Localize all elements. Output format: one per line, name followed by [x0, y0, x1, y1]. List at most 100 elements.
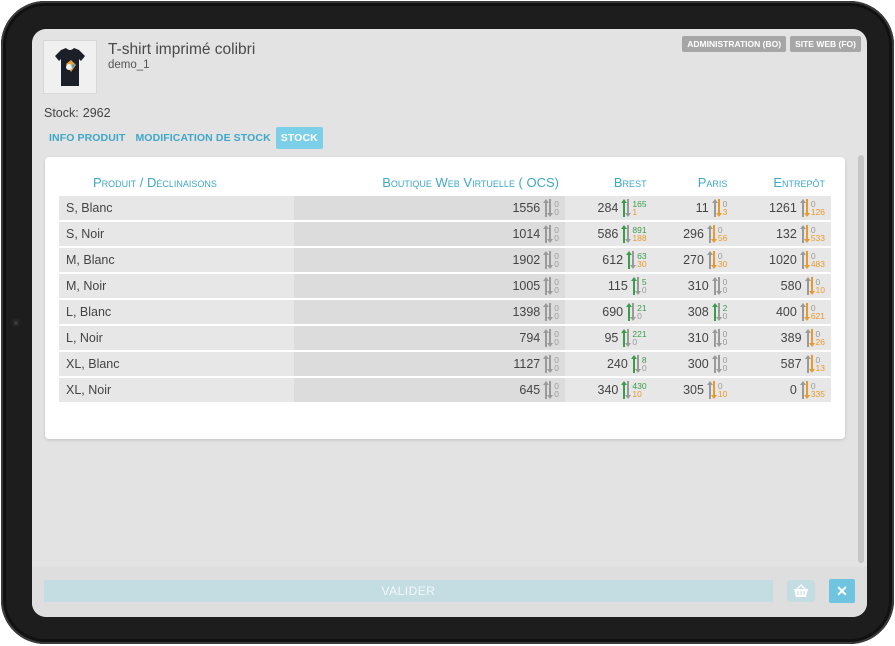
transfer-indicator[interactable]: 00 — [543, 301, 559, 323]
transfer-indicator[interactable]: 00 — [543, 327, 559, 349]
transfer-indicator[interactable]: 21 0 — [626, 301, 647, 323]
cell-stock: 586 891 188 — [565, 222, 653, 246]
transfer-arrows-icon — [799, 381, 810, 399]
admin-button[interactable]: ADMINISTRATION (BO) — [682, 36, 787, 52]
transfer-indicator[interactable]: 03 — [711, 197, 728, 219]
transfer-counts: 430 10 — [632, 382, 646, 399]
cell-stock: 300 0 0 — [652, 352, 734, 376]
transfer-indicator[interactable]: 165 1 — [621, 197, 647, 219]
transfer-indicator[interactable]: 00 — [543, 223, 559, 245]
transfer-indicator[interactable]: 00 — [543, 379, 559, 401]
transfer-indicator[interactable]: 0 126 — [799, 197, 825, 219]
transfer-indicator[interactable]: 0 10 — [804, 275, 825, 297]
transfer-counts: 00 — [554, 382, 559, 399]
transfer-indicator[interactable]: 80 — [630, 353, 647, 375]
transfer-arrows-icon — [621, 329, 632, 347]
table-row: L, Noir 794 0 0 95 221 0 310 0 0 389 0 26 — [59, 326, 831, 350]
transfer-indicator[interactable]: 50 — [630, 275, 647, 297]
transfer-counts: 00 — [554, 278, 559, 295]
transfer-indicator[interactable]: 221 0 — [621, 327, 647, 349]
outgoing-count: 0 — [641, 363, 647, 373]
transfer-indicator[interactable]: 00 — [543, 197, 559, 219]
transfer-counts: 0 335 — [811, 382, 825, 399]
outgoing-count: 0 — [637, 311, 642, 321]
table-row: XL, Noir 645 0 0 340 430 10 305 0 10 0 0 335 — [59, 378, 831, 402]
outgoing-count: 30 — [717, 259, 728, 269]
transfer-indicator[interactable]: 0 13 — [804, 353, 825, 375]
outgoing-count: 0 — [641, 285, 647, 295]
cell-stock: 296 0 56 — [652, 222, 734, 246]
close-button[interactable]: ✕ — [829, 579, 855, 603]
transfer-indicator[interactable]: 0 10 — [706, 379, 727, 401]
transfer-indicator[interactable]: 00 — [711, 353, 727, 375]
outgoing-count: 0 — [722, 311, 728, 321]
stock-value: 1127 — [513, 357, 541, 371]
stock-value: 1261 — [769, 201, 797, 215]
transfer-indicator[interactable]: 0 56 — [706, 223, 728, 245]
transfer-arrows-icon — [711, 329, 722, 347]
stock-value: 400 — [775, 305, 797, 319]
column-header-entrepot: Entrepôt — [773, 175, 825, 190]
stock-value-group: 310 0 0 — [688, 275, 728, 297]
site-web-button[interactable]: SITE WEB (FO) — [790, 36, 861, 52]
transfer-indicator[interactable]: 20 — [711, 301, 728, 323]
transfer-indicator[interactable]: 430 10 — [621, 379, 647, 401]
transfer-arrows-icon — [621, 225, 632, 243]
transfer-counts: 0 533 — [811, 226, 825, 243]
transfer-indicator[interactable]: 00 — [711, 275, 728, 297]
transfer-arrows-icon — [706, 381, 717, 399]
column-header-boutique: Boutique Web Virtuelle ( OCS) — [382, 175, 559, 190]
transfer-counts: 891 188 — [632, 226, 646, 243]
tab-stock[interactable]: STOCK — [275, 127, 323, 149]
transfer-indicator[interactable]: 0 483 — [799, 249, 825, 271]
transfer-indicator[interactable]: 00 — [543, 275, 559, 297]
transfer-indicator[interactable]: 891 188 — [621, 223, 647, 245]
cell-stock: 1005 0 0 — [294, 274, 565, 298]
stock-value-group: 1005 0 0 — [512, 275, 559, 297]
transfer-arrows-icon — [626, 251, 637, 269]
transfer-indicator[interactable]: 63 30 — [626, 249, 647, 271]
transfer-arrows-icon — [543, 199, 554, 217]
table-header-row: Produit / Déclinaisons Boutique Web Virt… — [59, 169, 831, 194]
transfer-counts: 00 — [723, 278, 728, 295]
outgoing-count: 56 — [717, 233, 728, 243]
tab-modification-stock[interactable]: MODIFICATION DE STOCK — [130, 127, 275, 149]
table-row: S, Blanc 1556 0 0 284 165 1 11 0 3 1261 0 126 — [59, 196, 831, 220]
stock-value: 580 — [780, 279, 802, 293]
stock-value-group: 132 0 533 — [776, 223, 825, 245]
tab-info-produit[interactable]: INFO PRODUIT — [44, 127, 130, 149]
outgoing-count: 0 — [554, 233, 559, 243]
transfer-arrows-icon — [799, 199, 810, 217]
transfer-indicator[interactable]: 0 621 — [799, 301, 825, 323]
transfer-indicator[interactable]: 00 — [711, 327, 727, 349]
stock-value: 305 — [683, 383, 704, 397]
outgoing-count: 3 — [722, 207, 728, 217]
transfer-counts: 00 — [554, 330, 559, 347]
outgoing-count: 26 — [815, 337, 825, 347]
camera-dot — [12, 319, 20, 327]
cell-product-name: XL, Noir — [59, 378, 295, 402]
stock-table-card: Produit / Déclinaisons Boutique Web Virt… — [45, 157, 845, 439]
transfer-indicator[interactable]: 0 30 — [706, 249, 728, 271]
stock-value: 115 — [607, 279, 628, 293]
transfer-indicator[interactable]: 0 26 — [804, 327, 825, 349]
scrollbar[interactable] — [858, 155, 864, 563]
outgoing-count: 13 — [815, 363, 825, 373]
transfer-indicator[interactable]: 0 533 — [799, 223, 825, 245]
stock-value: 11 — [695, 201, 709, 215]
stock-table: Produit / Déclinaisons Boutique Web Virt… — [59, 167, 831, 404]
stock-value: 1005 — [512, 279, 541, 293]
outgoing-count: 30 — [637, 259, 647, 269]
cell-product-name: M, Blanc — [59, 248, 295, 272]
transfer-indicator[interactable]: 00 — [543, 353, 559, 375]
transfer-indicator[interactable]: 0 335 — [799, 379, 825, 401]
outgoing-count: 483 — [810, 259, 825, 269]
basket-button[interactable] — [787, 580, 815, 602]
transfer-arrows-icon — [543, 225, 554, 243]
transfer-arrows-icon — [799, 251, 810, 269]
transfer-indicator[interactable]: 00 — [543, 249, 559, 271]
table-row: L, Blanc 1398 0 0 690 21 0 308 2 0 400 0 621 — [59, 300, 831, 324]
validate-button[interactable]: VALIDER — [44, 580, 773, 602]
transfer-counts: 0 26 — [815, 330, 825, 347]
transfer-counts: 00 — [554, 252, 559, 269]
